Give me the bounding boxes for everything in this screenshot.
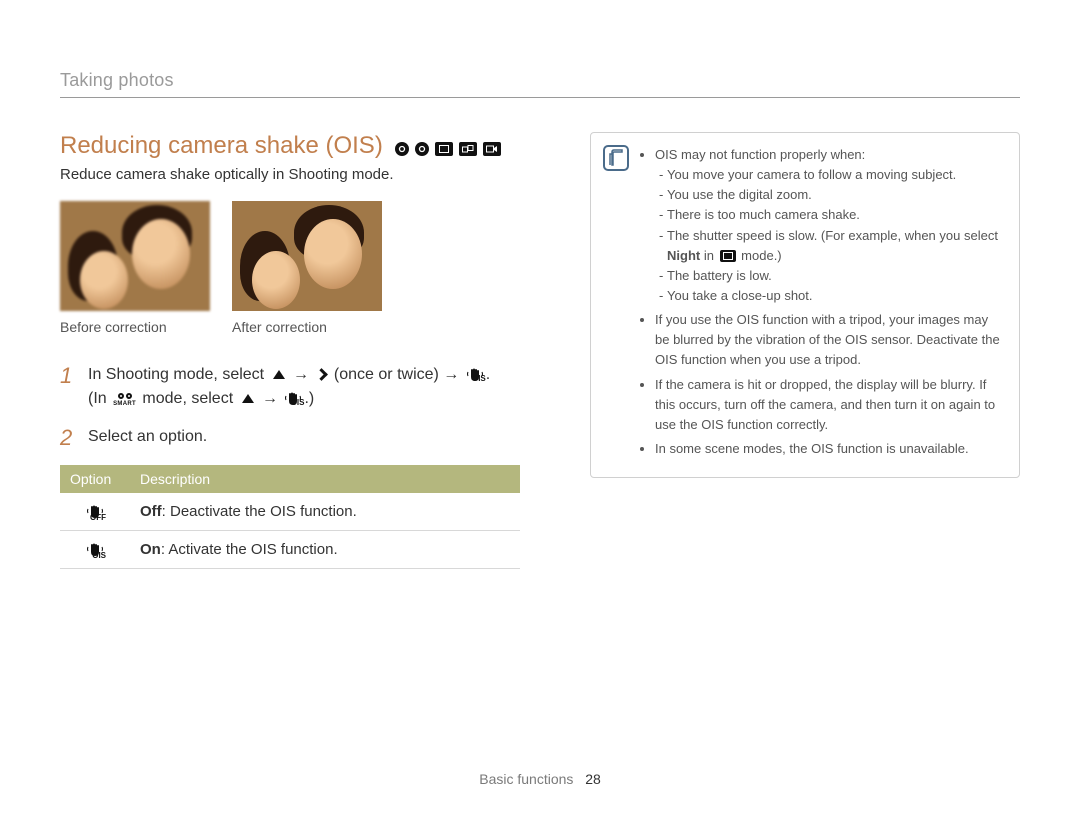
after-image — [232, 201, 382, 311]
scene-icon — [435, 142, 453, 156]
list-item: If the camera is hit or dropped, the dis… — [655, 375, 1005, 435]
ois-hand-icon: OIS — [466, 367, 484, 383]
right-column: OIS may not function properly when: You … — [590, 132, 1020, 569]
table-header-row: Option Description — [60, 465, 520, 493]
table-row: OIS On: Activate the OIS function. — [60, 531, 520, 569]
mode-icons — [395, 142, 501, 156]
steps-list: 1 In Shooting mode, select → (once or tw… — [60, 363, 520, 451]
note-b1-4a: The shutter speed is slow. (For example,… — [667, 228, 998, 243]
arrow: → — [262, 390, 278, 407]
ois-on-icon: OIS — [86, 542, 104, 558]
on-label: On — [140, 541, 161, 558]
off-label: Off — [140, 503, 162, 520]
step1-text-c: (In — [88, 390, 111, 407]
step1-text-b: (once or twice) — [334, 366, 443, 383]
list-item: OIS may not function properly when: You … — [655, 145, 1005, 306]
before-image-box: Before correction — [60, 201, 210, 335]
up-icon — [271, 368, 287, 382]
note-b1-4b: in — [700, 248, 717, 263]
page-number: 28 — [585, 771, 601, 787]
step-2-body: Select an option. — [88, 425, 207, 451]
list-item: You take a close-up shot. — [667, 286, 1005, 306]
divider — [60, 97, 1020, 98]
step-1-body: In Shooting mode, select → (once or twic… — [88, 363, 490, 411]
scene-mode-icon — [720, 250, 736, 262]
off-desc: : Deactivate the OIS function. — [162, 503, 357, 520]
step-number: 1 — [60, 363, 74, 411]
list-item: The battery is low. — [667, 266, 1005, 286]
video-icon — [483, 142, 501, 156]
step1-text-a: In Shooting mode, select — [88, 366, 269, 383]
dual-icon — [459, 142, 477, 156]
list-item: The shutter speed is slow. (For example,… — [667, 226, 1005, 266]
list-item: If you use the OIS function with a tripo… — [655, 310, 1005, 370]
step-1: 1 In Shooting mode, select → (once or tw… — [60, 363, 520, 411]
list-item: In some scene modes, the OIS function is… — [655, 439, 1005, 459]
option-desc-cell: On: Activate the OIS function. — [130, 531, 520, 569]
list-item: You use the digital zoom. — [667, 185, 1005, 205]
note-b1-4c: mode.) — [738, 248, 782, 263]
ois-hand-icon: OIS — [284, 391, 302, 407]
list-item: There is too much camera shake. — [667, 205, 1005, 225]
night-label: Night — [667, 248, 700, 263]
content-columns: Reducing camera shake (OIS) Reduce camer… — [60, 132, 1020, 569]
comparison-images: Before correction After correction — [60, 201, 520, 335]
smart-label: SMART — [113, 400, 136, 409]
ois-off-icon: OFF — [86, 504, 104, 520]
arrow: → — [293, 366, 309, 383]
before-caption: Before correction — [60, 319, 210, 335]
note-b1: OIS may not function properly when: — [655, 147, 865, 162]
page-footer: Basic functions 28 — [0, 771, 1080, 787]
option-desc-cell: Off: Deactivate the OIS function. — [130, 493, 520, 531]
note-list: OIS may not function properly when: You … — [641, 145, 1005, 459]
options-table: Option Description OFF Off: Deactivate t… — [60, 465, 520, 569]
option-icon-cell: OFF — [60, 493, 130, 531]
heading-row: Reducing camera shake (OIS) — [60, 132, 520, 160]
step1-text-e: .) — [304, 390, 314, 407]
note-icon — [603, 145, 629, 171]
on-desc: : Activate the OIS function. — [161, 541, 338, 558]
ois-sub: OIS — [291, 397, 305, 409]
table-row: OFF Off: Deactivate the OIS function. — [60, 493, 520, 531]
after-caption: After correction — [232, 319, 382, 335]
period: . — [486, 366, 490, 383]
step1-text-d: mode, select — [142, 390, 237, 407]
camera-p-icon — [415, 142, 429, 156]
list-item: You move your camera to follow a moving … — [667, 165, 1005, 185]
camera-icon — [395, 142, 409, 156]
arrow: → — [443, 366, 459, 383]
option-icon-cell: OIS — [60, 531, 130, 569]
note-box: OIS may not function properly when: You … — [590, 132, 1020, 478]
smart-auto-icon: SMART — [113, 393, 136, 409]
col-description: Description — [130, 465, 520, 493]
manual-page: Taking photos Reducing camera shake (OIS… — [0, 0, 1080, 815]
off-sub: OFF — [90, 513, 106, 522]
note-sublist: You move your camera to follow a moving … — [655, 165, 1005, 306]
intro-text: Reduce camera shake optically in Shootin… — [60, 166, 520, 183]
up-icon — [240, 392, 256, 406]
footer-section: Basic functions — [479, 771, 573, 787]
breadcrumb: Taking photos — [60, 70, 1020, 91]
ois-sub: OIS — [92, 551, 106, 560]
step-2: 2 Select an option. — [60, 425, 520, 451]
before-image — [60, 201, 210, 311]
step-number: 2 — [60, 425, 74, 451]
ois-sub: OIS — [472, 373, 486, 385]
col-option: Option — [60, 465, 130, 493]
right-icon — [315, 368, 327, 382]
left-column: Reducing camera shake (OIS) Reduce camer… — [60, 132, 520, 569]
after-image-box: After correction — [232, 201, 382, 335]
page-title: Reducing camera shake (OIS) — [60, 132, 383, 160]
